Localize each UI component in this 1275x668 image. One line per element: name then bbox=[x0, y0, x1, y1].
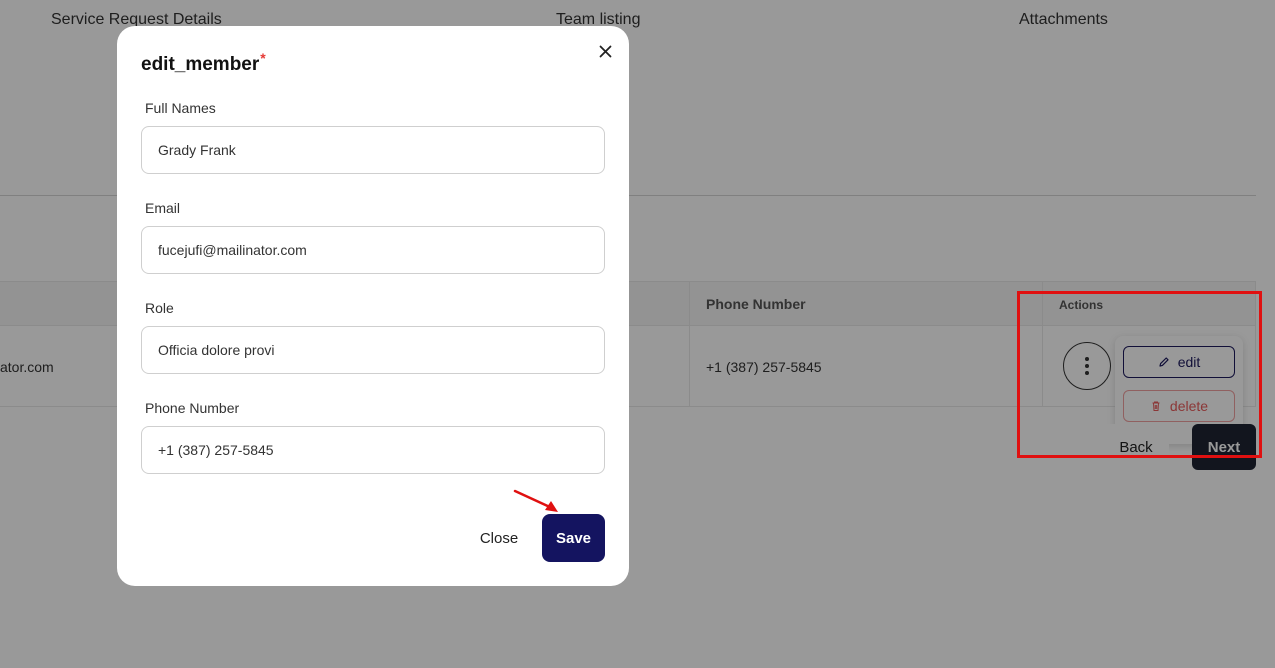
full-names-label: Full Names bbox=[145, 100, 216, 116]
email-label: Email bbox=[145, 200, 181, 216]
modal-title: edit_member* bbox=[141, 50, 266, 76]
full-names-input[interactable] bbox=[141, 126, 605, 174]
email-input[interactable] bbox=[141, 226, 605, 274]
annotation-highlight-box bbox=[1017, 291, 1262, 458]
close-icon bbox=[599, 45, 611, 57]
close-button[interactable]: Close bbox=[472, 514, 526, 562]
annotation-arrow bbox=[513, 489, 558, 512]
modal-close-button[interactable] bbox=[594, 40, 616, 62]
phone-number-input[interactable] bbox=[141, 426, 605, 474]
role-label: Role bbox=[145, 300, 174, 316]
required-mark: * bbox=[260, 50, 266, 66]
role-input[interactable] bbox=[141, 326, 605, 374]
modal-title-text: edit_member bbox=[141, 54, 260, 75]
phone-number-label: Phone Number bbox=[145, 400, 240, 416]
save-button[interactable]: Save bbox=[542, 514, 605, 562]
